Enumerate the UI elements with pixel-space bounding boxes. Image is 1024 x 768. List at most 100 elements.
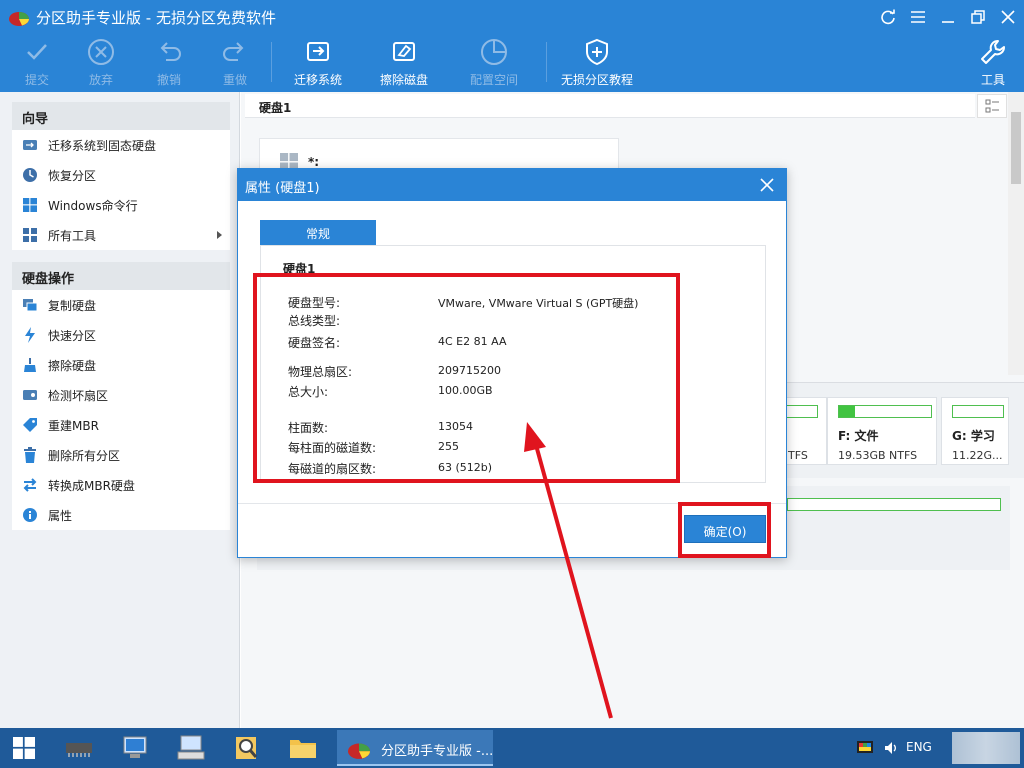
partition-usage-fill [839, 406, 855, 417]
wipe-disk-label: 擦除磁盘 [379, 73, 428, 87]
sidebar-item-bad-sector-check[interactable]: 检测坏扇区 [12, 380, 230, 410]
sidebar-item-windows-cmd[interactable]: Windows命令行 [12, 190, 230, 220]
redo-label: 重做 [222, 73, 247, 87]
color-tray-icon[interactable] [850, 730, 880, 766]
minimize-icon[interactable] [936, 5, 960, 29]
vertical-scrollbar[interactable] [1008, 92, 1024, 375]
windows-start-icon [13, 737, 35, 759]
menu-icon[interactable] [906, 5, 930, 29]
sidebar-item-rebuild-mbr[interactable]: 重建MBR [12, 410, 230, 440]
sidebar-item-all-tools[interactable]: 所有工具 [12, 220, 230, 250]
sidebar-item-label: 转换成MBR硬盘 [48, 478, 135, 493]
sidebar-item-delete-all-partitions[interactable]: 删除所有分区 [12, 440, 230, 470]
tools-label: 工具 [980, 73, 1005, 87]
sidebar-item-label: 所有工具 [48, 228, 97, 243]
tools-button[interactable]: 工具 [978, 34, 1008, 92]
migrate-disk-icon [307, 42, 329, 61]
folder-icon [290, 740, 316, 758]
dialog-title: 属性 (硬盘1) [238, 169, 786, 201]
sidebar-item-label: 擦除硬盘 [48, 358, 97, 373]
wrench-icon [981, 40, 1005, 64]
sidebar-item-migrate-ssd[interactable]: 迁移系统到固态硬盘 [12, 130, 230, 160]
refresh-icon[interactable] [876, 5, 900, 29]
sidebar-item-convert-mbr[interactable]: 转换成MBR硬盘 [12, 470, 230, 500]
partition-card[interactable]: TFS [781, 397, 827, 465]
wizard-section: 向导 迁移系统到固态硬盘 恢复分区 Windows命令行 所有工具 [12, 102, 230, 250]
partition-card-g[interactable]: G: 学习 11.22G... [941, 397, 1009, 465]
toolbar-separator [271, 42, 272, 82]
tag-icon [22, 417, 38, 433]
start-button[interactable] [2, 730, 46, 766]
sidebar-item-label: 属性 [48, 508, 73, 523]
wipe-disk-button[interactable]: 擦除磁盘 [378, 34, 430, 92]
disk-usage-bar [787, 498, 1001, 511]
commit-button[interactable]: 提交 [22, 34, 52, 92]
partition-usage-bar [952, 405, 1004, 418]
annotation-box-ok [678, 502, 771, 558]
partition-info: 11.22G... [952, 449, 1003, 462]
sidebar-item-label: 恢复分区 [48, 168, 97, 183]
taskbar-app-partition-assistant[interactable]: 分区助手专业版 -... [337, 730, 493, 766]
toolbar-separator [546, 42, 547, 82]
sidebar-item-recover-partition[interactable]: 恢复分区 [12, 160, 230, 190]
partition-info: 19.53GB NTFS [838, 449, 918, 462]
discard-button[interactable]: 放弃 [86, 34, 116, 92]
close-icon[interactable] [996, 5, 1020, 29]
sidebar-item-copy-disk[interactable]: 复制硬盘 [12, 290, 230, 320]
clock-blurred[interactable] [952, 732, 1020, 764]
windows-logo-icon [22, 197, 38, 213]
close-icon [760, 178, 774, 192]
partition-usage-bar [782, 405, 818, 418]
shield-plus-icon [586, 38, 608, 66]
input-language[interactable]: ENG [906, 740, 932, 754]
allocate-space-button[interactable]: 配置空间 [468, 34, 520, 92]
tutorial-label: 无损分区教程 [560, 73, 633, 87]
memory-chip-icon [66, 743, 92, 757]
info-icon [22, 507, 38, 523]
app-logo-icon [9, 12, 29, 26]
taskbar-app-search[interactable] [225, 730, 269, 766]
partition-usage-bar [838, 405, 932, 418]
taskbar-app-label: 分区助手专业版 -... [381, 744, 494, 759]
recover-icon [22, 167, 38, 183]
check-icon [27, 44, 47, 60]
migrate-system-button[interactable]: 迁移系统 [292, 34, 344, 92]
sidebar-item-wipe-disk[interactable]: 擦除硬盘 [12, 350, 230, 380]
broom-icon [22, 357, 38, 373]
partition-card-f[interactable]: F: 文件 19.53GB NTFS [827, 397, 937, 465]
cancel-circle-icon [88, 39, 114, 65]
commit-label: 提交 [24, 73, 49, 87]
undo-button[interactable]: 撤销 [154, 34, 184, 92]
restore-icon[interactable] [966, 5, 990, 29]
trash-icon [22, 447, 38, 463]
taskbar-app-memory[interactable] [57, 730, 101, 766]
magnifier-icon [236, 737, 258, 759]
tab-general[interactable]: 常规 [260, 220, 376, 245]
undo-label: 撤销 [156, 73, 181, 87]
sidebar-item-label: 删除所有分区 [48, 448, 121, 463]
sidebar-item-label: Windows命令行 [48, 198, 138, 213]
eraser-disk-icon [393, 42, 415, 61]
redo-button[interactable]: 重做 [220, 34, 250, 92]
taskbar-app-keyboard[interactable] [169, 730, 213, 766]
view-toggle-icon[interactable] [977, 94, 1007, 118]
taskbar-app-explorer[interactable] [281, 730, 325, 766]
taskbar-app-network[interactable] [113, 730, 157, 766]
scrollbar-thumb[interactable] [1011, 112, 1021, 184]
sidebar-item-quick-partition[interactable]: 快速分区 [12, 320, 230, 350]
wizard-title: 向导 [12, 102, 230, 130]
sidebar-item-label: 检测坏扇区 [48, 388, 109, 403]
redo-icon [223, 42, 244, 61]
convert-arrows-icon [22, 477, 38, 493]
tutorial-button[interactable]: 无损分区教程 [560, 34, 634, 92]
sidebar-item-properties[interactable]: 属性 [12, 500, 230, 530]
migrate-ssd-icon [22, 137, 38, 153]
disk-scan-icon [22, 387, 38, 403]
volume-tray-icon[interactable] [878, 730, 904, 766]
disk-ops-title: 硬盘操作 [12, 262, 230, 290]
sidebar-item-label: 复制硬盘 [48, 298, 97, 313]
taskbar: 分区助手专业版 -... ENG [0, 728, 1024, 768]
dialog-close-button[interactable] [754, 172, 780, 198]
allocate-space-label: 配置空间 [469, 73, 518, 87]
partition-info: TFS [788, 449, 808, 462]
